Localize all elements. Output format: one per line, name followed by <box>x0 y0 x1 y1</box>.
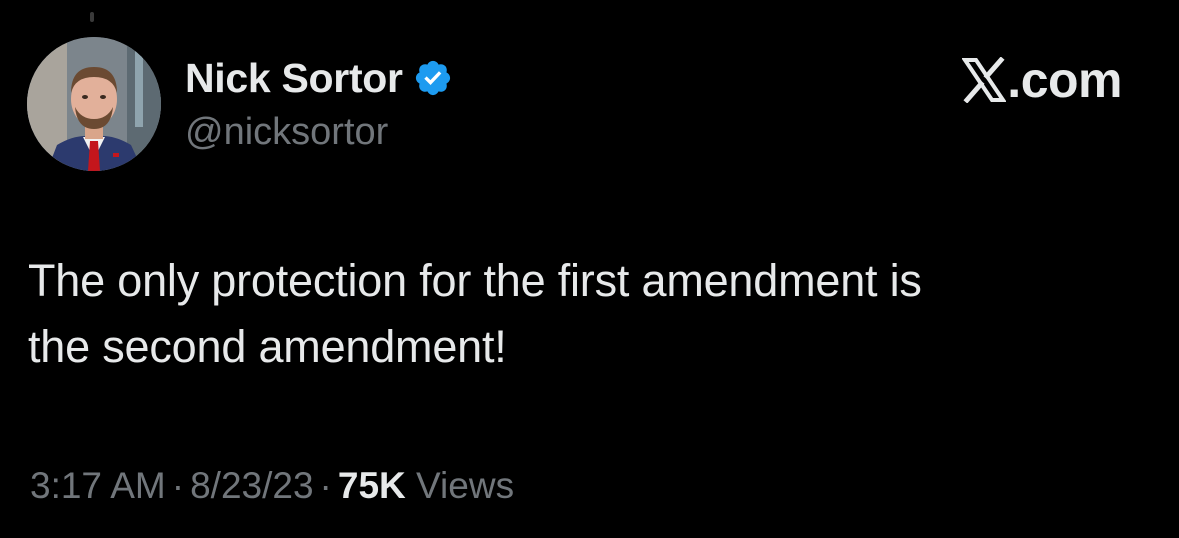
user-handle[interactable]: @nicksortor <box>185 109 453 155</box>
name-row: Nick Sortor <box>185 55 453 101</box>
brand-domain: .com <box>1007 52 1122 108</box>
avatar-photo <box>27 37 161 171</box>
x-logo-icon <box>961 56 1008 104</box>
tweet-author: Nick Sortor @nicksortor <box>185 55 453 155</box>
separator: · <box>171 465 185 506</box>
tweet-time[interactable]: 3:17 AM <box>30 465 166 506</box>
status-indicator <box>90 12 94 22</box>
tweet-text-line: The only protection for the first amendm… <box>28 255 922 306</box>
tweet-text: The only protection for the first amendm… <box>28 248 1148 380</box>
views-label: Views <box>416 465 515 506</box>
brand-watermark: .com <box>961 52 1122 108</box>
tweet-text-line: the second amendment! <box>28 321 507 372</box>
verified-badge-icon <box>413 58 453 98</box>
display-name[interactable]: Nick Sortor <box>185 55 403 101</box>
separator: · <box>319 465 332 506</box>
avatar[interactable] <box>27 37 161 171</box>
views-count[interactable]: 75K <box>338 465 406 506</box>
tweet-metadata: 3:17 AM · 8/23/23 · 75K Views <box>30 462 514 510</box>
tweet-date[interactable]: 8/23/23 <box>190 465 313 506</box>
